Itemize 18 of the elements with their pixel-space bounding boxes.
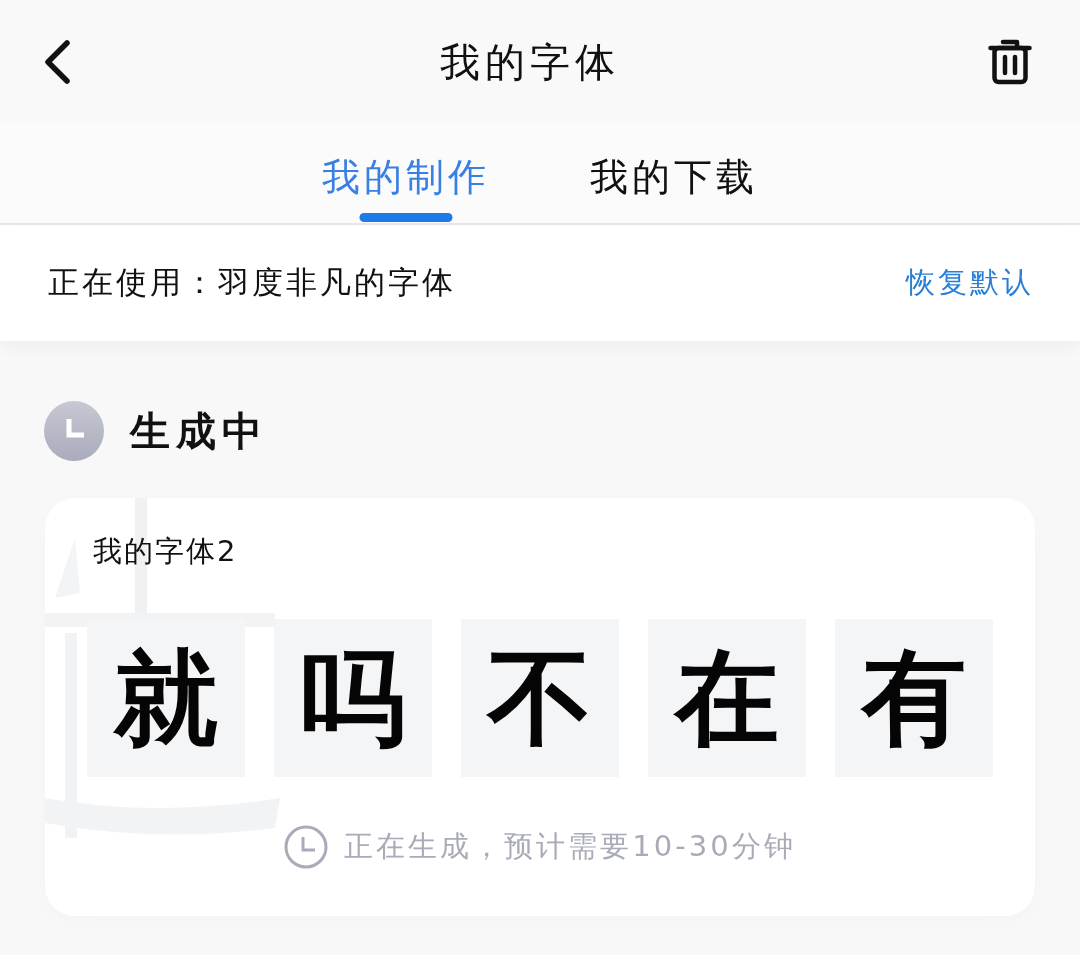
page-title: 我的字体 <box>440 38 620 86</box>
section-title: 生成中 <box>130 406 268 456</box>
glyph-preview-tile: 有 <box>835 619 993 777</box>
font-name: 我的字体2 <box>93 533 238 570</box>
delete-button[interactable] <box>988 39 1032 85</box>
back-icon <box>42 40 72 84</box>
glyph-preview-tile: 不 <box>461 619 619 777</box>
restore-default-link[interactable]: 恢复默认 <box>906 263 1034 303</box>
glyph-preview-tile: 在 <box>648 619 806 777</box>
back-button[interactable] <box>42 40 72 84</box>
clock-icon <box>44 401 104 461</box>
tab[interactable]: 我的制作 <box>322 124 490 223</box>
trash-icon <box>988 39 1032 85</box>
status-text: 正在生成，预计需要10-30分钟 <box>344 828 796 865</box>
current-font-label: 正在使用：羽度非凡的字体 <box>48 263 456 302</box>
glyph-preview-tile: 吗 <box>274 619 432 777</box>
clock-icon <box>284 825 329 869</box>
tab[interactable]: 我的下载 <box>590 124 758 223</box>
